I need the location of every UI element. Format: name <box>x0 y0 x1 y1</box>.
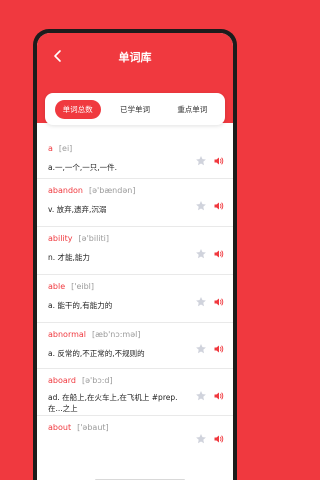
word-text: ability <box>48 234 73 243</box>
list-item[interactable]: ability [ə'biliti] n. 才能,能力 <box>37 227 233 275</box>
star-icon[interactable] <box>195 152 207 166</box>
meaning-text: ad. 在船上,在火车上,在飞机上 #prep. 在...之上 <box>48 393 178 413</box>
star-icon[interactable] <box>195 197 207 211</box>
list-item[interactable]: aboard [ə'bɔ:d] ad. 在船上,在火车上,在飞机上 #prep. … <box>37 369 233 416</box>
phone-frame: 单词库 单词总数 已学单词 重点单词 a [ei] a.一,一个,一只,一件. a… <box>33 29 237 480</box>
tab-total-words[interactable]: 单词总数 <box>54 99 101 119</box>
phonetic-text: [ə'bændən] <box>89 186 136 195</box>
star-icon[interactable] <box>195 293 207 307</box>
page-title: 单词库 <box>118 51 152 64</box>
meaning-text: a. 反常的,不正常的,不规则的 <box>48 349 145 358</box>
word-text: a <box>48 144 53 153</box>
speaker-icon[interactable] <box>213 197 225 210</box>
tab-bar: 单词总数 已学单词 重点单词 <box>45 93 225 125</box>
star-icon[interactable] <box>195 387 207 401</box>
star-icon[interactable] <box>195 340 207 354</box>
list-item[interactable]: about ['əbaut] <box>37 416 233 446</box>
list-item[interactable]: a [ei] a.一,一个,一只,一件. <box>37 137 233 179</box>
word-text: aboard <box>48 376 77 385</box>
app-screen: 单词库 单词总数 已学单词 重点单词 a [ei] a.一,一个,一只,一件. a… <box>37 33 233 480</box>
word-text: abandon <box>48 186 83 195</box>
meaning-text: a.一,一个,一只,一件. <box>48 163 118 172</box>
speaker-icon[interactable] <box>213 430 225 443</box>
star-icon[interactable] <box>195 245 207 259</box>
speaker-icon[interactable] <box>213 152 225 165</box>
word-text: abnormal <box>48 330 87 339</box>
speaker-icon[interactable] <box>213 340 225 353</box>
phonetic-text: [æb'nɔ:məl] <box>92 330 141 339</box>
meaning-text: a. 能干的,有能力的 <box>48 301 113 310</box>
phonetic-text: [ə'biliti] <box>78 234 109 243</box>
list-item[interactable]: able ['eibl] a. 能干的,有能力的 <box>37 275 233 323</box>
speaker-icon[interactable] <box>213 387 225 400</box>
word-text: about <box>48 423 72 432</box>
phonetic-text: ['əbaut] <box>77 423 109 432</box>
meaning-text: v. 放弃,遗弃,沉溺 <box>48 205 107 214</box>
phonetic-text: [ə'bɔ:d] <box>82 376 113 385</box>
phonetic-text: ['eibl] <box>71 282 95 291</box>
speaker-icon[interactable] <box>213 293 225 306</box>
phonetic-text: [ei] <box>58 144 73 153</box>
star-icon[interactable] <box>195 430 207 444</box>
meaning-text: n. 才能,能力 <box>48 253 90 262</box>
tab-learned-words[interactable]: 已学单词 <box>112 100 158 119</box>
word-text: able <box>48 282 66 291</box>
speaker-icon[interactable] <box>213 245 225 258</box>
list-item[interactable]: abandon [ə'bændən] v. 放弃,遗弃,沉溺 <box>37 179 233 227</box>
word-list: a [ei] a.一,一个,一只,一件. abandon [ə'bændən] v.… <box>37 137 233 446</box>
tab-key-words[interactable]: 重点单词 <box>169 100 215 119</box>
list-item[interactable]: abnormal [æb'nɔ:məl] a. 反常的,不正常的,不规则的 <box>37 323 233 369</box>
